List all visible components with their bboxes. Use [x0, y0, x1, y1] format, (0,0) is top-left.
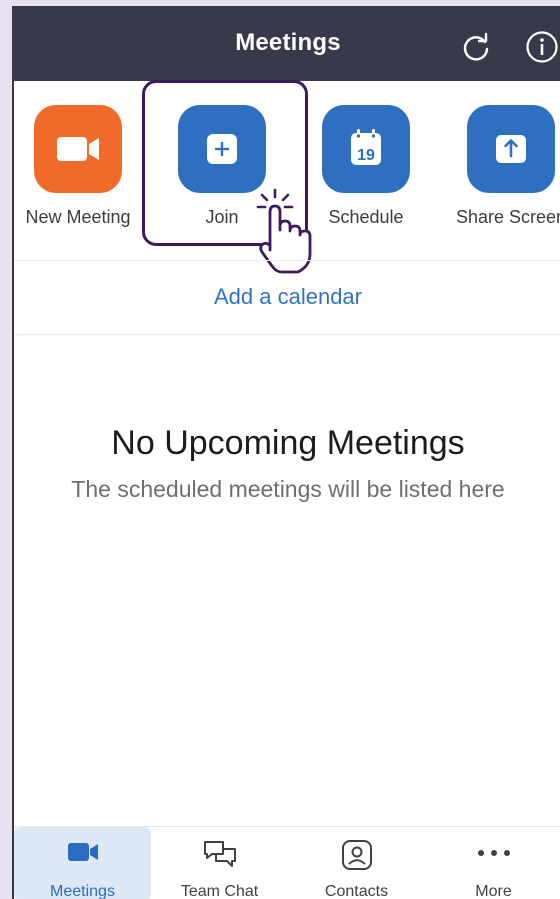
info-icon[interactable]: [525, 30, 559, 64]
divider: [14, 334, 560, 335]
tab-contacts[interactable]: Contacts: [288, 827, 425, 899]
tab-label: Contacts: [324, 883, 389, 899]
empty-state-subtitle: The scheduled meetings will be listed he…: [71, 476, 505, 502]
upload-arrow-icon: [496, 135, 526, 163]
tab-label: More: [475, 883, 512, 899]
tab-team-chat[interactable]: Team Chat: [151, 827, 288, 899]
pointer-hand-icon: [256, 188, 312, 274]
app-window: Meetings New Meeting Join 19 Schedule Sh…: [12, 6, 560, 899]
new-meeting-button[interactable]: [34, 105, 122, 193]
refresh-icon[interactable]: [460, 31, 492, 63]
calendar-day: 19: [357, 147, 375, 164]
bottom-tab-bar: Meetings Team Chat Contacts More: [14, 826, 560, 899]
more-dots-icon: [477, 850, 510, 856]
new-meeting-label: New Meeting: [25, 207, 131, 227]
video-camera-icon: [57, 137, 99, 161]
tab-more[interactable]: More: [425, 827, 560, 899]
share-screen-button[interactable]: [467, 105, 555, 193]
tab-label: Team Chat: [180, 883, 259, 899]
empty-state-title: No Upcoming Meetings: [111, 424, 465, 462]
share-screen-label: Share Screen: [455, 207, 560, 227]
calendar-icon: 19: [351, 129, 381, 165]
contact-card-icon: [341, 840, 372, 870]
chat-bubbles-icon: [203, 841, 236, 867]
header-bar: Meetings: [14, 6, 560, 81]
schedule-button[interactable]: 19: [322, 105, 410, 193]
video-camera-icon: [67, 843, 98, 861]
divider: [14, 260, 560, 261]
tab-label: Meetings: [50, 883, 115, 899]
tab-meetings[interactable]: Meetings: [14, 827, 151, 899]
add-calendar-link[interactable]: Add a calendar: [14, 284, 560, 310]
